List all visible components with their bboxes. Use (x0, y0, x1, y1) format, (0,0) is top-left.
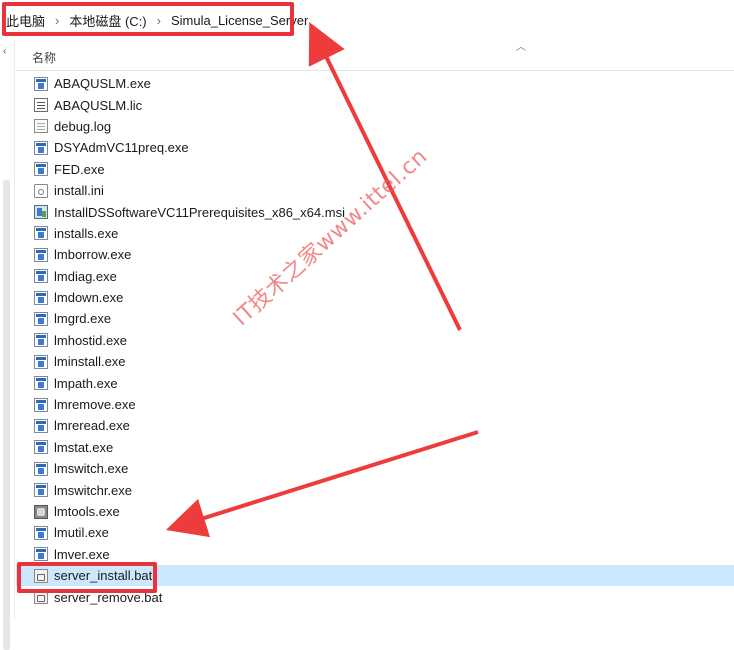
file-name: installs.exe (54, 225, 119, 241)
text-file-icon (34, 119, 48, 134)
exe-icon (34, 269, 48, 284)
exe-icon (34, 461, 48, 476)
file-row[interactable]: lmtools.exe (16, 501, 734, 522)
file-row[interactable]: lmpath.exe (16, 372, 734, 393)
file-row[interactable]: lmdiag.exe (16, 266, 734, 287)
file-name: InstallDSSoftwareVC11Prerequisites_x86_x… (54, 204, 345, 220)
exe-icon (34, 333, 48, 348)
msi-installer-icon (34, 205, 48, 220)
file-list: ABAQUSLM.exe ABAQUSLM.lic debug.log DSYAdmV… (16, 73, 734, 608)
file-name: lmreread.exe (54, 418, 130, 434)
file-row[interactable]: debug.log (16, 116, 734, 137)
file-name: DSYAdmVC11preq.exe (54, 140, 189, 156)
sort-ascending-icon: ︿ (516, 42, 526, 53)
exe-icon (34, 397, 48, 412)
exe-icon (34, 76, 48, 91)
file-name: lmhostid.exe (54, 332, 127, 348)
exe-icon (34, 140, 48, 155)
column-header-row: 名称 ︿ (16, 40, 734, 71)
address-bar[interactable]: 此电脑 › 本地磁盘 (C:) › Simula_License_Server (0, 0, 734, 41)
file-row[interactable]: lmborrow.exe (16, 244, 734, 265)
file-name: lmtools.exe (54, 504, 120, 519)
file-name: lmswitchr.exe (54, 482, 133, 498)
exe-icon (34, 226, 48, 241)
file-name: ABAQUSLM.lic (54, 97, 143, 113)
chevron-left-icon[interactable]: ‹ (3, 46, 6, 57)
file-name: FED.exe (54, 161, 105, 177)
file-name: lmremove.exe (54, 397, 136, 413)
file-name: lmborrow.exe (54, 247, 132, 263)
exe-icon (34, 418, 48, 433)
exe-icon (34, 483, 48, 498)
file-name: lmdiag.exe (54, 268, 117, 284)
file-name: lmpath.exe (54, 375, 118, 391)
file-name: lmgrd.exe (54, 311, 112, 327)
exe-icon (34, 311, 48, 326)
exe-icon (34, 547, 48, 562)
file-name: install.ini (54, 183, 104, 199)
column-header-name[interactable]: 名称 (32, 49, 56, 66)
file-row[interactable]: lmutil.exe (16, 522, 734, 543)
file-name: debug.log (54, 118, 112, 134)
exe-icon (34, 247, 48, 262)
file-row[interactable]: lmdown.exe (16, 287, 734, 308)
annotation-highlight-box (17, 562, 157, 593)
file-name: lmstat.exe (54, 439, 114, 455)
file-row[interactable]: lmswitchr.exe (16, 479, 734, 500)
exe-icon (34, 162, 48, 177)
exe-icon (34, 376, 48, 391)
license-file-icon (34, 98, 48, 113)
file-name: lminstall.exe (54, 354, 126, 370)
navigation-pane-edge[interactable]: ‹ (0, 40, 15, 650)
file-name: ABAQUSLM.exe (54, 76, 151, 92)
exe-icon (34, 440, 48, 455)
file-row[interactable]: lmswitch.exe (16, 458, 734, 479)
file-row[interactable]: lmreread.exe (16, 415, 734, 436)
file-row[interactable]: lmhostid.exe (16, 330, 734, 351)
file-row[interactable]: lmgrd.exe (16, 308, 734, 329)
exe-icon (34, 354, 48, 369)
tools-exe-icon (34, 504, 48, 519)
exe-icon (34, 290, 48, 305)
file-row[interactable]: installs.exe (16, 223, 734, 244)
file-row[interactable]: lmstat.exe (16, 437, 734, 458)
navigation-scrollbar[interactable] (3, 180, 10, 650)
file-row[interactable]: lmremove.exe (16, 394, 734, 415)
file-name: lmswitch.exe (54, 461, 129, 477)
config-file-icon (34, 183, 48, 198)
file-name: lmutil.exe (54, 525, 109, 541)
file-name: lmver.exe (54, 546, 110, 562)
file-row[interactable]: DSYAdmVC11preq.exe (16, 137, 734, 158)
annotation-highlight-box (2, 2, 294, 36)
file-row[interactable]: ABAQUSLM.exe (16, 73, 734, 94)
file-name: lmdown.exe (54, 290, 124, 306)
file-row[interactable]: lminstall.exe (16, 351, 734, 372)
file-row[interactable]: ABAQUSLM.lic (16, 94, 734, 115)
exe-icon (34, 525, 48, 540)
